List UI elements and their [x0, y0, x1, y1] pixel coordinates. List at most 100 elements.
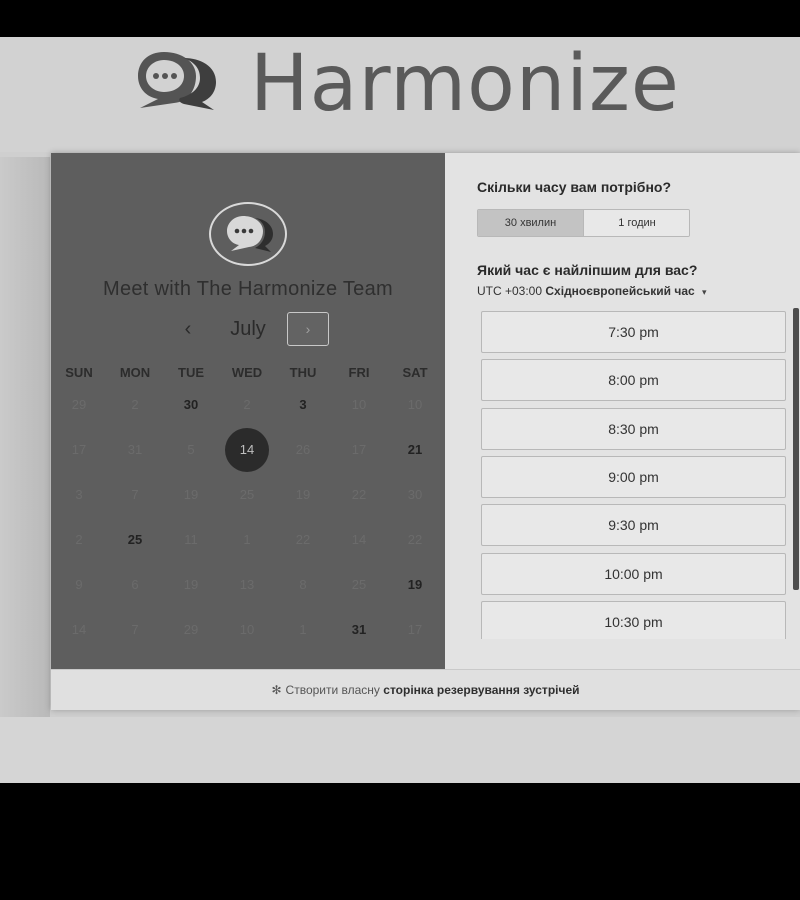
calendar-day-number: 19	[183, 487, 199, 502]
calendar-day-number: 5	[187, 442, 195, 457]
calendar-day-number: 17	[71, 442, 87, 457]
chat-bubble-icon	[227, 216, 273, 252]
background-shadow	[0, 157, 50, 717]
avatar	[209, 202, 287, 266]
calendar-day-number: 6	[131, 577, 139, 592]
calendar-day-number: 3	[75, 487, 83, 502]
booking-card: Meet with The Harmonize Team ‹ July › SU…	[51, 153, 800, 710]
calendar-day-selected[interactable]: 14	[219, 428, 275, 472]
calendar-day-number: 22	[351, 487, 367, 502]
calendar-day[interactable]: 21	[387, 428, 443, 472]
calendar-day: 2	[219, 383, 275, 427]
calendar-day: 22	[275, 518, 331, 562]
time-slot-button[interactable]: 7:30 pm	[481, 311, 786, 353]
calendar-day-number: 21	[407, 442, 423, 457]
calendar-day-number: 25	[351, 577, 367, 592]
timezone-offset: UTC +03:00	[477, 284, 543, 298]
calendar-day: 19	[163, 473, 219, 517]
time-slot-list: 7:30 pm 8:00 pm 8:30 pm 9:00 pm 9:30 pm 10:00…	[481, 311, 787, 639]
create-booking-page-link[interactable]: ✻ Створити власну сторінка резервування з…	[51, 670, 800, 710]
meeting-title: Meet with The Harmonize Team	[102, 278, 393, 300]
calendar-day-number: 31	[351, 622, 367, 637]
calendar-day: 26	[275, 428, 331, 472]
calendar-day-number: 2	[243, 397, 251, 412]
caret-down-icon: ▾	[702, 287, 707, 297]
duration-option-30-min[interactable]: 30 хвилин	[478, 210, 584, 236]
calendar-day[interactable]: 31	[331, 608, 387, 652]
calendar-day: 10	[387, 383, 443, 427]
calendar-day-number: 10	[407, 397, 423, 412]
calendar-day-number: 30	[183, 397, 199, 412]
calendar-day-number: 22	[295, 532, 311, 547]
calendar-day[interactable]: 25	[107, 518, 163, 562]
scrollbar[interactable]	[793, 308, 799, 590]
calendar-day: 14	[51, 608, 107, 652]
duration-question: Скільки часу вам потрібно?	[477, 179, 672, 195]
page-bottom	[0, 717, 800, 783]
time-question: Який час є найліпшим для вас?	[477, 262, 698, 278]
calendar-day: 10	[219, 608, 275, 652]
calendar-day: 2	[51, 518, 107, 562]
calendar-day: 7	[107, 608, 163, 652]
time-slot-button[interactable]: 8:30 pm	[481, 407, 786, 450]
calendar-panel: Meet with The Harmonize Team ‹ July › SU…	[51, 153, 445, 669]
calendar-day-number: 30	[407, 487, 423, 502]
time-slot-button[interactable]: 9:00 pm	[481, 455, 786, 498]
calendar-day[interactable]: 3	[275, 383, 331, 427]
time-slot-button[interactable]: 10:30 pm	[481, 600, 786, 639]
timezone-name: Східноєвропейський час	[545, 284, 695, 298]
weekday-label: THU	[289, 365, 317, 380]
calendar-day-number: 7	[131, 622, 139, 637]
calendar-day-number: 13	[239, 577, 255, 592]
duration-option-1-hour[interactable]: 1 годин	[584, 210, 689, 236]
calendar-day-number: 26	[295, 442, 311, 457]
calendar-day[interactable]: 30	[163, 383, 219, 427]
weekday-label: SAT	[402, 365, 428, 380]
brand-name: Harmonize	[250, 39, 680, 129]
weekday-header: SUN MON TUE WED THU FRI SAT	[51, 365, 445, 385]
calendar-day: 17	[387, 608, 443, 652]
calendar-day: 30	[387, 473, 443, 517]
calendar-day-number: 10	[239, 622, 255, 637]
brand-header: Harmonize	[0, 37, 800, 152]
calendar-day: 11	[163, 518, 219, 562]
calendar-day: 2	[107, 383, 163, 427]
calendar-day: 22	[331, 473, 387, 517]
calendar-day[interactable]: 19	[387, 563, 443, 607]
time-slot-button[interactable]: 8:00 pm	[481, 359, 786, 402]
chat-bubble-icon	[138, 52, 216, 110]
calendar-day-number: 25	[239, 487, 255, 502]
calendar-day: 9	[51, 563, 107, 607]
time-slot-button[interactable]: 9:30 pm	[481, 504, 786, 547]
next-month-button[interactable]: ›	[287, 312, 329, 346]
prev-month-button[interactable]: ‹	[175, 314, 201, 344]
calendar-day-number: 22	[407, 532, 423, 547]
footer-text-bold: сторінка резервування зустрічей	[383, 683, 580, 697]
calendar-day-number: 2	[75, 532, 83, 547]
month-label: July	[230, 318, 266, 340]
weekday-label: TUE	[178, 365, 204, 380]
weekday-label: FRI	[348, 365, 370, 380]
calendar-day-number: 31	[127, 442, 143, 457]
calendar-day: 17	[331, 428, 387, 472]
calendar-day-number: 3	[299, 397, 307, 412]
calendar-day-number: 29	[71, 397, 87, 412]
calendar-day: 14	[331, 518, 387, 562]
calendar-day-number: 17	[351, 442, 367, 457]
page-background: Harmonize Meet with The Harmonize Team ‹…	[0, 37, 800, 783]
booking-panel: Скільки часу вам потрібно? 30 хвилин 1 г…	[445, 153, 800, 669]
calendar-day-number: 7	[131, 487, 139, 502]
calendar-day: 8	[275, 563, 331, 607]
calendar-day: 29	[51, 383, 107, 427]
calendar-day: 29	[163, 608, 219, 652]
calendar-day: 22	[387, 518, 443, 562]
calendar-day-number: 9	[75, 577, 83, 592]
weekday-label: WED	[231, 365, 263, 380]
calendar-day-number: 14	[71, 622, 87, 637]
time-slot-button[interactable]: 10:00 pm	[481, 552, 786, 595]
footer-text-plain: Створити власну	[285, 683, 380, 697]
calendar-day-number: 29	[183, 622, 199, 637]
calendar-day: 6	[107, 563, 163, 607]
calendar-day: 19	[163, 563, 219, 607]
timezone-selector[interactable]: UTC +03:00 Східноєвропейський час ▾	[477, 284, 707, 298]
